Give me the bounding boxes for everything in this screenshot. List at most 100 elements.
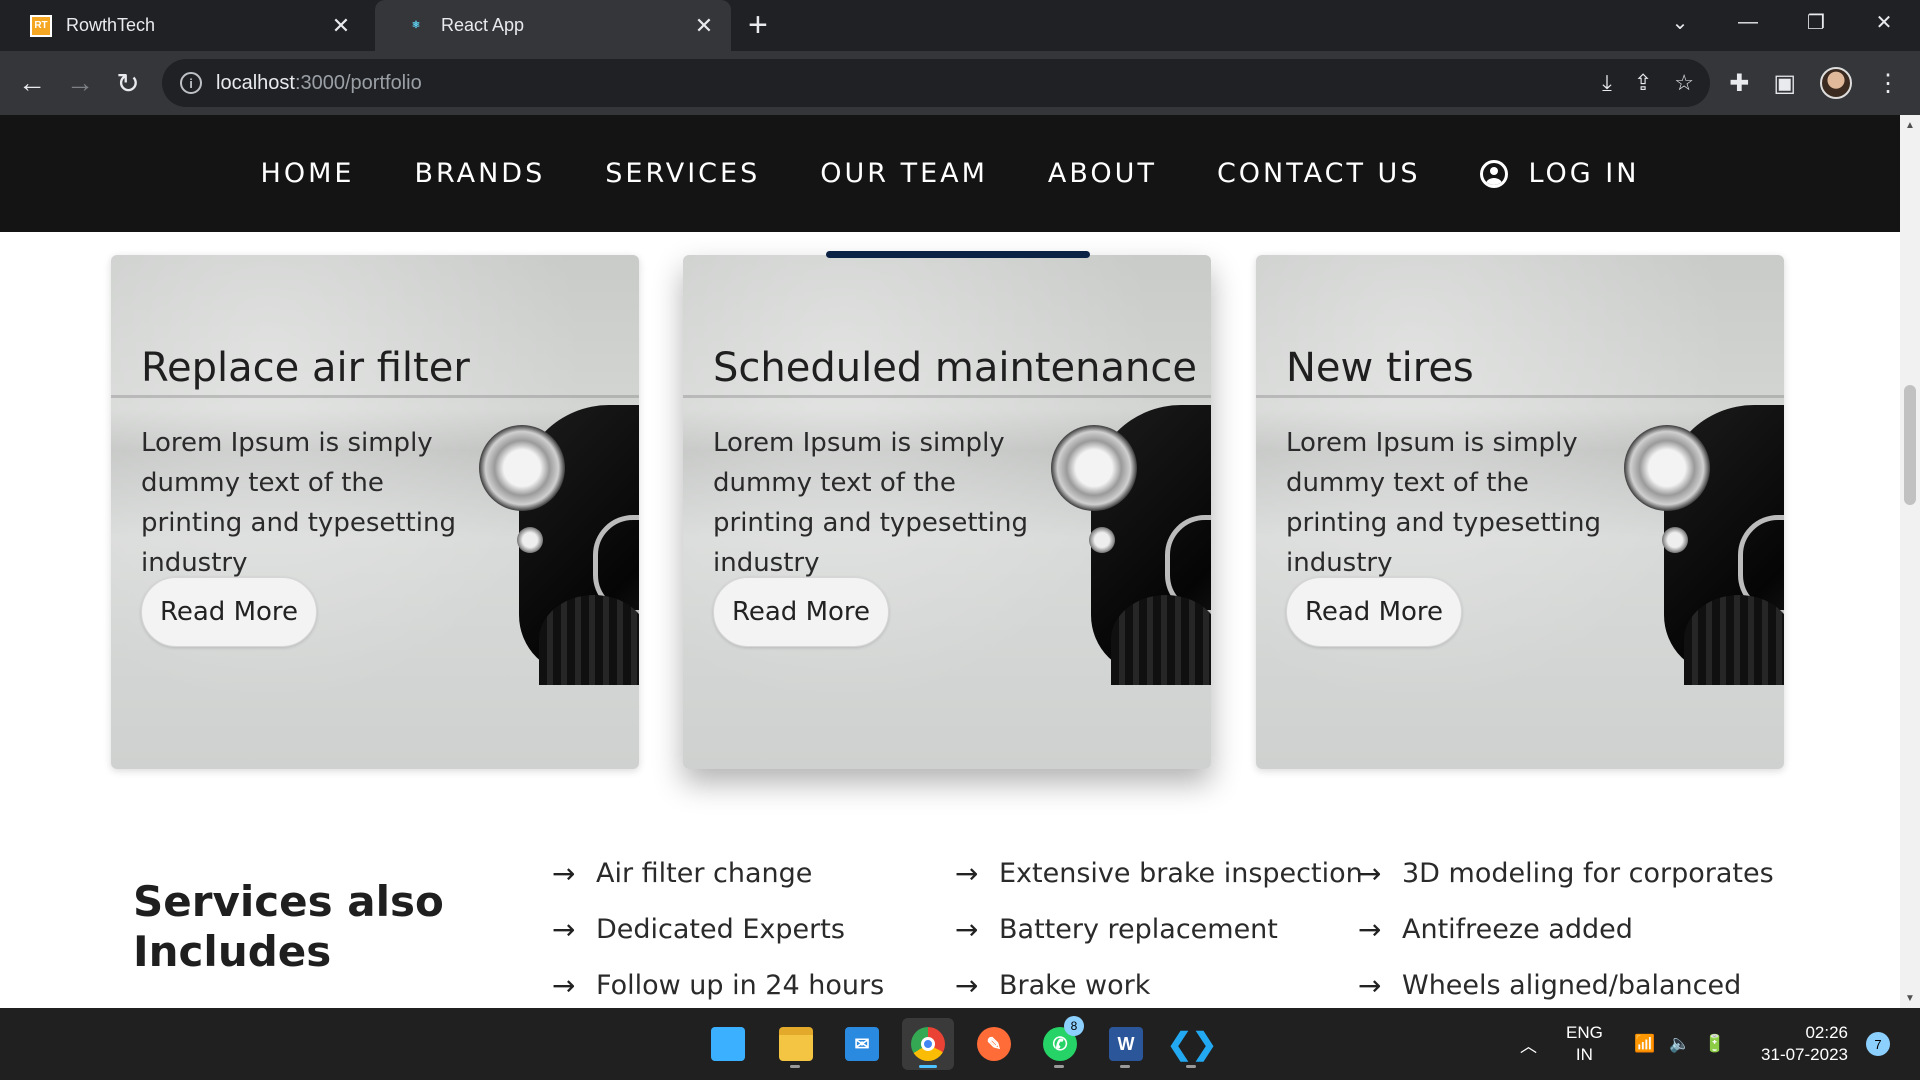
page-viewport: HOME BRANDS SERVICES OUR TEAM ABOUT CONT… (0, 115, 1900, 1008)
new-tab-button[interactable]: + (748, 8, 768, 42)
close-window-icon[interactable]: ✕ (1854, 0, 1914, 44)
card-background (111, 395, 639, 398)
card-background (683, 395, 1211, 398)
whatsapp-button[interactable]: ✆ 8 (1034, 1016, 1086, 1070)
scroll-up-icon[interactable]: ▲ (1900, 115, 1920, 135)
language-indicator[interactable]: ENG IN (1566, 1022, 1603, 1066)
address-bar[interactable]: i localhost:3000/portfolio ⤓ ⇪ ☆ (162, 59, 1710, 107)
card-background (1256, 395, 1784, 398)
start-button[interactable] (702, 1018, 754, 1070)
extensions-puzzle-icon[interactable]: ✚ (1729, 69, 1749, 98)
tab-rowthtech[interactable]: RT RowthTech ✕ (0, 0, 368, 51)
list-item: → 3D modeling for corporates (1358, 856, 1774, 890)
close-tab-icon[interactable]: ✕ (689, 13, 719, 39)
services-column-2: → Extensive brake inspection → Battery rep… (955, 845, 1363, 1008)
battery-icon[interactable]: 🔋 (1704, 1034, 1725, 1054)
file-explorer-button[interactable] (770, 1018, 822, 1070)
restore-icon[interactable]: ❐ (1786, 0, 1846, 44)
reload-icon[interactable]: ↻ (108, 63, 148, 103)
system-tray[interactable]: 📶 🔈 🔋 (1634, 1008, 1726, 1080)
list-item: → Battery replacement (955, 912, 1278, 946)
site-navbar: HOME BRANDS SERVICES OUR TEAM ABOUT CONT… (0, 115, 1900, 232)
share-icon[interactable]: ⇪ (1634, 70, 1652, 96)
profile-avatar[interactable] (1820, 67, 1852, 99)
login-label: LOG IN (1528, 158, 1640, 189)
mail-button[interactable]: ✉ (836, 1018, 888, 1070)
url-host: localhost (216, 71, 295, 94)
tab-title: RowthTech (66, 15, 156, 35)
back-icon[interactable]: ← (12, 63, 52, 103)
list-item: → Dedicated Experts (552, 912, 845, 946)
show-hidden-icons[interactable]: ︿ (1520, 1008, 1537, 1080)
bookmark-star-icon[interactable]: ☆ (1674, 70, 1694, 96)
notification-badge[interactable]: 7 (1866, 1032, 1890, 1056)
read-more-button[interactable]: Read More (141, 577, 317, 647)
taskbar-clock[interactable]: 02:26 31-07-2023 (1752, 1022, 1848, 1066)
arrow-right-icon: → (1358, 856, 1382, 890)
read-more-button[interactable]: Read More (1286, 577, 1462, 647)
react-icon: ⚛ (411, 20, 421, 31)
nav-contact-us[interactable]: CONTACT US (1217, 158, 1421, 189)
nav-home[interactable]: HOME (261, 158, 355, 189)
read-more-button[interactable]: Read More (713, 577, 889, 647)
postman-icon: ✎ (977, 1027, 1011, 1061)
close-tab-icon[interactable]: ✕ (326, 13, 356, 39)
card-title: Replace air filter (141, 345, 470, 391)
arrow-right-icon: → (1358, 912, 1382, 946)
menu-kebab-icon[interactable]: ⋮ (1876, 69, 1900, 98)
card-description: Lorem Ipsum is simply dummy text of the … (141, 428, 456, 578)
nav-our-team[interactable]: OUR TEAM (820, 158, 988, 189)
arrow-right-icon: → (955, 968, 979, 1002)
arrow-right-icon: → (1358, 968, 1382, 1002)
card-title: New tires (1286, 345, 1474, 391)
nav-login[interactable]: LOG IN (1480, 158, 1639, 189)
site-info-icon[interactable]: i (180, 72, 202, 94)
page-scrollbar[interactable]: ▲ ▼ (1900, 115, 1920, 1008)
car-image (479, 405, 639, 685)
postman-button[interactable]: ✎ (968, 1018, 1020, 1070)
minimize-icon[interactable]: — (1718, 0, 1778, 44)
vscode-button[interactable]: ❮❯ (1166, 1018, 1218, 1070)
rowthtech-favicon-icon: RT (30, 14, 52, 37)
nav-services[interactable]: SERVICES (605, 158, 760, 189)
clock-date: 31-07-2023 (1761, 1045, 1848, 1064)
nav-about[interactable]: ABOUT (1048, 158, 1157, 189)
tab-react-app[interactable]: ⚛ React App ✕ (375, 0, 731, 51)
service-card-new-tires: New tires Lorem Ipsum is simply dummy te… (1256, 255, 1784, 769)
list-item: → Brake work (955, 968, 1151, 1002)
arrow-right-icon: → (955, 912, 979, 946)
nav-brands[interactable]: BRANDS (414, 158, 545, 189)
list-item: → Follow up in 24 hours (552, 968, 885, 1002)
vscode-icon: ❮❯ (1166, 1027, 1218, 1061)
word-icon: W (1109, 1027, 1143, 1061)
list-item: → Antifreeze added (1358, 912, 1633, 946)
url-path: :3000/portfolio (294, 71, 422, 94)
chevron-up-icon[interactable]: ︿ (1520, 1032, 1537, 1057)
arrow-right-icon: → (552, 856, 576, 890)
wifi-icon[interactable]: 📶 (1634, 1034, 1655, 1054)
car-image (1624, 405, 1784, 685)
windows-taskbar: ✉ ✎ ✆ 8 W ❮❯ ︿ ENG IN 📶 🔈 🔋 02:26 31-07-… (0, 1008, 1920, 1080)
service-card-scheduled-maintenance: Scheduled maintenance Lorem Ipsum is sim… (683, 255, 1211, 769)
side-panel-icon[interactable]: ▣ (1773, 69, 1796, 98)
volume-icon[interactable]: 🔈 (1669, 1034, 1690, 1054)
card-description: Lorem Ipsum is simply dummy text of the … (713, 428, 1028, 578)
chrome-button[interactable] (902, 1018, 954, 1070)
service-card-air-filter: Replace air filter Lorem Ipsum is simply… (111, 255, 639, 769)
card-title: Scheduled maintenance (713, 345, 1197, 391)
tab-search-icon[interactable]: ⌄ (1650, 0, 1710, 44)
forward-icon[interactable]: → (60, 63, 100, 103)
scrollbar-thumb[interactable] (1904, 385, 1916, 505)
language-code: ENG (1566, 1023, 1603, 1042)
scroll-down-icon[interactable]: ▼ (1900, 988, 1920, 1008)
arrow-right-icon: → (552, 912, 576, 946)
install-app-icon[interactable]: ⤓ (1602, 70, 1612, 96)
arrow-right-icon: → (552, 968, 576, 1002)
services-heading: Services also Includes (133, 877, 444, 976)
card-description: Lorem Ipsum is simply dummy text of the … (1286, 428, 1601, 578)
clock-time: 02:26 (1805, 1023, 1848, 1042)
mail-icon: ✉ (845, 1027, 879, 1061)
active-card-indicator (826, 251, 1090, 258)
word-button[interactable]: W (1100, 1018, 1152, 1070)
chrome-icon (911, 1027, 945, 1061)
